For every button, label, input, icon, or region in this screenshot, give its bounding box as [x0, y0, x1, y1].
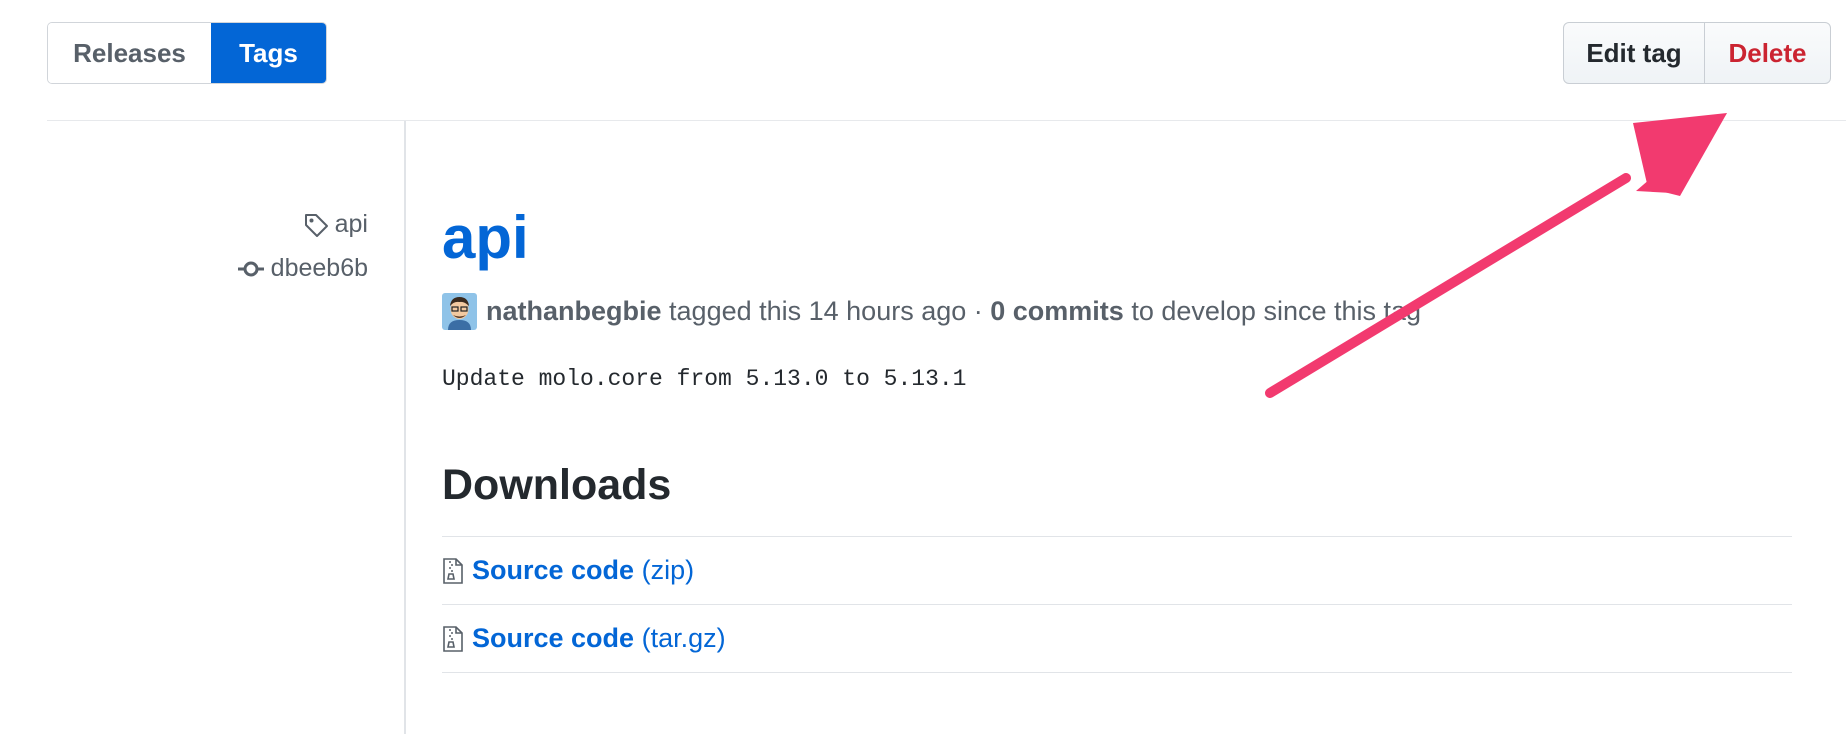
commit-sha: dbeeb6b: [270, 254, 368, 282]
header-divider: [47, 120, 1846, 121]
releases-tags-toggle: Releases Tags: [47, 22, 327, 84]
release-message: Update molo.core from 5.13.0 to 5.13.1: [442, 366, 967, 392]
commits-link[interactable]: 0 commits: [990, 296, 1124, 327]
releases-tab[interactable]: Releases: [48, 23, 211, 83]
delete-button[interactable]: Delete: [1705, 23, 1830, 83]
tags-tab[interactable]: Tags: [211, 23, 326, 83]
download-row-targz[interactable]: Source code (tar.gz): [442, 604, 1792, 673]
download-row-zip[interactable]: Source code (zip): [442, 536, 1792, 604]
release-byline: nathanbegbie tagged this 14 hours ago · …: [442, 291, 1421, 331]
avatar[interactable]: [442, 292, 486, 330]
archive-type[interactable]: (zip): [642, 555, 695, 586]
tag-icon: [303, 212, 329, 238]
archive-type[interactable]: (tar.gz): [642, 623, 726, 654]
release-title[interactable]: api: [442, 203, 529, 273]
file-zip-icon: [442, 557, 472, 584]
downloads-heading: Downloads: [442, 461, 672, 509]
source-code-zip-link[interactable]: Source code: [472, 555, 634, 586]
downloads-list: Source code (zip) Source code (tar.gz): [442, 536, 1792, 673]
tag-actions: Edit tag Delete: [1563, 22, 1831, 84]
tag-name: api: [334, 210, 368, 238]
tagged-text: tagged this 14 hours ago ·: [669, 295, 983, 326]
sidebar-divider: [404, 121, 406, 734]
source-code-targz-link[interactable]: Source code: [472, 623, 634, 654]
edit-tag-button[interactable]: Edit tag: [1564, 23, 1705, 83]
git-commit-icon: [237, 259, 265, 279]
author-link[interactable]: nathanbegbie: [486, 296, 662, 327]
commit-meta[interactable]: dbeeb6b: [237, 254, 368, 283]
branch-text: to develop since this tag: [1131, 295, 1422, 326]
tag-meta[interactable]: api: [303, 210, 368, 239]
file-zip-icon: [442, 625, 472, 652]
